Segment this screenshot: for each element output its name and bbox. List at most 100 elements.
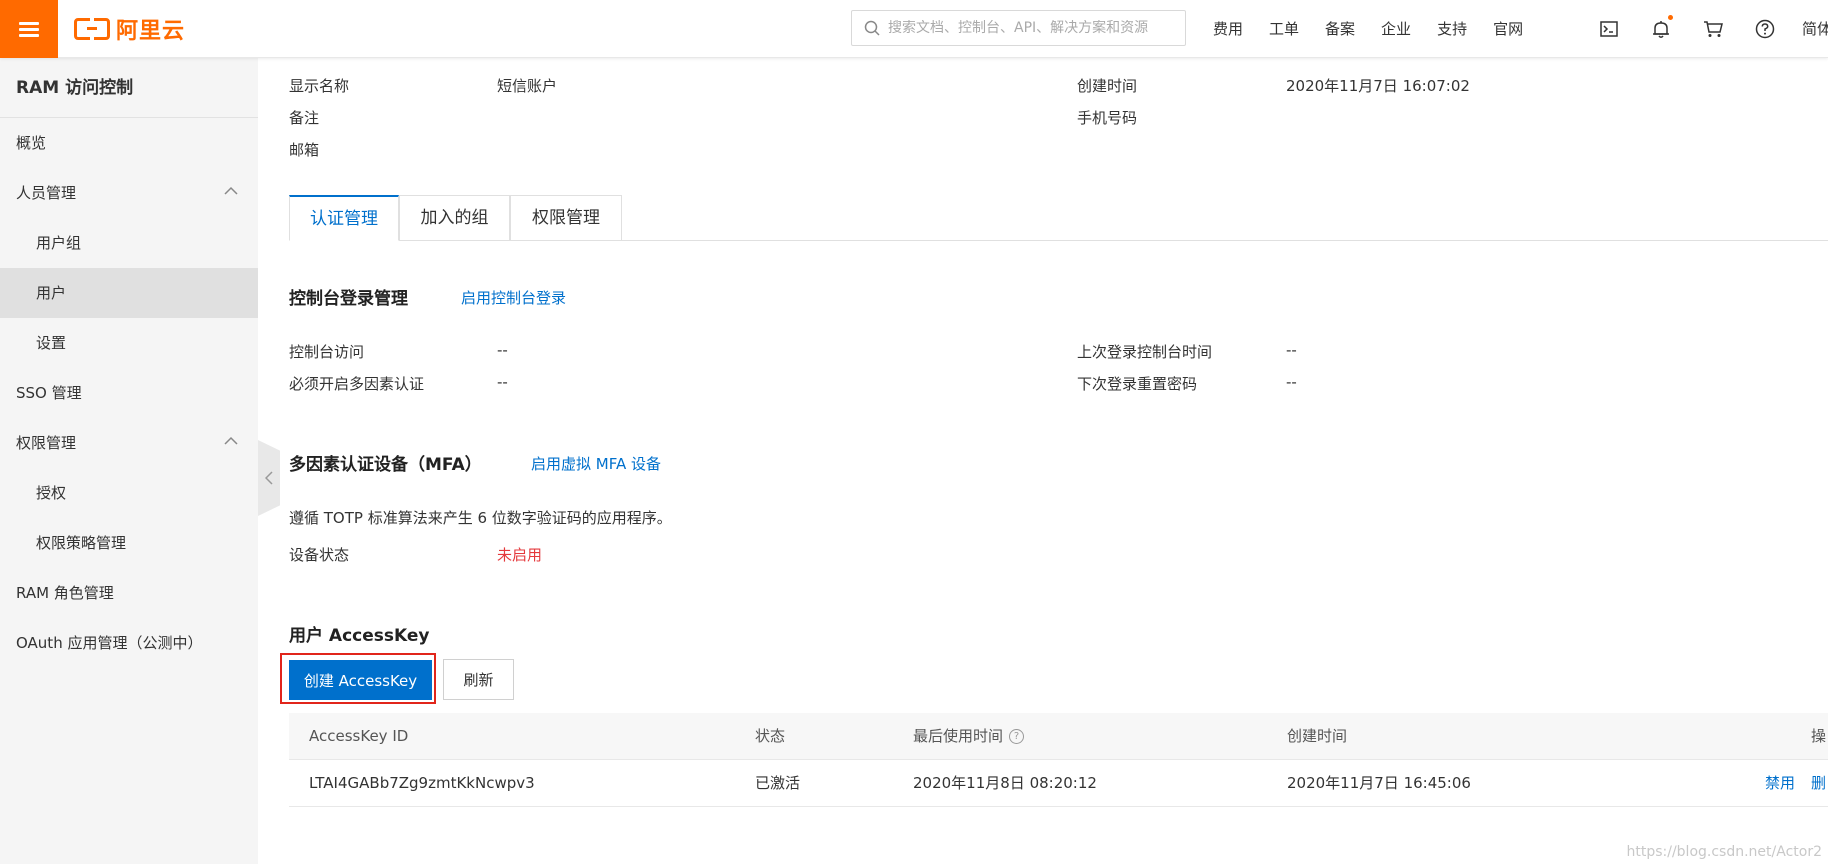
sidebar-item-label: 人员管理 xyxy=(16,184,77,202)
disable-accesskey-link[interactable]: 禁用 xyxy=(1765,760,1795,807)
create-accesskey-button[interactable]: 创建 AccessKey xyxy=(289,660,432,700)
column-header-id: AccessKey ID xyxy=(309,727,409,745)
top-nav-links: 费用 工单 备案 企业 支持 官网 xyxy=(1200,0,1536,58)
sidebar-item-label: RAM 角色管理 xyxy=(16,584,114,602)
nav-billing[interactable]: 费用 xyxy=(1200,0,1256,58)
sidebar-item-policies[interactable]: 权限策略管理 xyxy=(0,518,258,568)
sidebar-item-permissions[interactable]: 权限管理 xyxy=(0,418,258,468)
phone-label: 手机号码 xyxy=(1077,109,1138,127)
last-login-value: -- xyxy=(1286,341,1297,359)
sidebar-item-grants[interactable]: 授权 xyxy=(0,468,258,518)
enable-mfa-link[interactable]: 启用虚拟 MFA 设备 xyxy=(531,453,661,474)
notification-button[interactable] xyxy=(1635,0,1687,58)
sidebar-item-label: 权限管理 xyxy=(16,434,77,452)
mfa-title: 多因素认证设备（MFA） xyxy=(289,455,482,475)
sidebar-item-identities[interactable]: 人员管理 xyxy=(0,168,258,218)
nav-icp[interactable]: 备案 xyxy=(1312,0,1368,58)
column-header-created: 创建时间 xyxy=(1287,727,1348,745)
sidebar-item-label: 设置 xyxy=(36,334,67,352)
display-name-label: 显示名称 xyxy=(289,77,350,95)
device-status-value: 未启用 xyxy=(497,546,543,564)
table-row: LTAI4GABb7Zg9zmtKkNcwpv3 已激活 2020年11月8日 … xyxy=(289,760,1828,807)
accesskey-table: AccessKey ID 状态 最后使用时间? 创建时间 操 LTAI4GABb… xyxy=(289,713,1828,807)
column-header-last-used: 最后使用时间? xyxy=(913,713,1025,760)
remark-label: 备注 xyxy=(289,109,320,127)
nav-ticket[interactable]: 工单 xyxy=(1256,0,1312,58)
email-label: 邮箱 xyxy=(289,141,320,159)
sidebar-item-sso[interactable]: SSO 管理 xyxy=(0,368,258,418)
search-icon xyxy=(864,20,880,36)
search-input[interactable] xyxy=(888,20,1168,36)
sidebar-item-label: 用户组 xyxy=(36,234,82,252)
sidebar-item-label: 权限策略管理 xyxy=(36,534,127,552)
chevron-up-icon xyxy=(224,436,238,445)
main-content: 显示名称 短信账户 创建时间 2020年11月7日 16:07:02 备注 手机… xyxy=(280,58,1828,864)
sidebar-item-label: OAuth 应用管理（公测中） xyxy=(16,634,203,652)
accesskey-status-cell: 已激活 xyxy=(755,774,801,792)
cart-icon xyxy=(1704,21,1723,37)
nav-support[interactable]: 支持 xyxy=(1424,0,1480,58)
column-header-actions: 操 xyxy=(1811,727,1827,745)
bell-icon xyxy=(1653,20,1669,38)
sidebar-item-oauth-apps[interactable]: OAuth 应用管理（公测中） xyxy=(0,618,258,668)
sidebar-item-label: 授权 xyxy=(36,484,67,502)
created-time-label: 创建时间 xyxy=(1077,77,1138,95)
sidebar-item-ram-roles[interactable]: RAM 角色管理 xyxy=(0,568,258,618)
column-header-status: 状态 xyxy=(755,727,786,745)
tab-groups[interactable]: 加入的组 xyxy=(399,195,510,241)
hamburger-menu-button[interactable] xyxy=(0,0,58,58)
chevron-up-icon xyxy=(224,186,238,195)
accesskey-title: 用户 AccessKey xyxy=(289,626,430,646)
sidebar-title: RAM 访问控制 xyxy=(0,58,258,118)
sidebar-item-settings[interactable]: 设置 xyxy=(0,318,258,368)
mfa-required-label: 必须开启多因素认证 xyxy=(289,375,425,393)
display-name-value: 短信账户 xyxy=(497,77,558,95)
delete-accesskey-link[interactable]: 删 xyxy=(1811,760,1826,807)
accesskey-last-used-cell: 2020年11月8日 08:20:12 xyxy=(913,774,1097,792)
sidebar-collapse-toggle[interactable] xyxy=(258,440,280,516)
sidebar-item-label: 用户 xyxy=(36,284,67,302)
top-nav-icons xyxy=(1583,0,1791,58)
menu-icon xyxy=(19,19,39,40)
terminal-button[interactable] xyxy=(1583,0,1635,58)
sidebar-item-overview[interactable]: 概览 xyxy=(0,118,258,168)
watermark: https://blog.csdn.net/Actor2 xyxy=(1626,844,1822,860)
accesskey-created-cell: 2020年11月7日 16:45:06 xyxy=(1287,774,1471,792)
sidebar-item-label: 概览 xyxy=(16,134,47,152)
tab-permissions[interactable]: 权限管理 xyxy=(510,195,622,241)
refresh-button[interactable]: 刷新 xyxy=(443,659,514,700)
column-header-last-used-text: 最后使用时间 xyxy=(913,727,1004,745)
help-circle-icon[interactable]: ? xyxy=(1009,729,1025,744)
sidebar-item-users[interactable]: 用户 xyxy=(0,268,258,318)
sidebar-item-label: SSO 管理 xyxy=(16,384,82,402)
device-status-label: 设备状态 xyxy=(289,546,350,564)
help-button[interactable] xyxy=(1739,0,1791,58)
tab-authentication[interactable]: 认证管理 xyxy=(289,195,399,241)
enable-console-login-link[interactable]: 启用控制台登录 xyxy=(461,287,566,308)
aliyun-logo-icon xyxy=(74,18,110,40)
nav-enterprise[interactable]: 企业 xyxy=(1368,0,1424,58)
logo-text: 阿里云 xyxy=(116,19,186,44)
accesskey-id-cell: LTAI4GABb7Zg9zmtKkNcwpv3 xyxy=(309,774,535,792)
mfa-description: 遵循 TOTP 标准算法来产生 6 位数字验证码的应用程序。 xyxy=(289,509,672,527)
reset-password-label: 下次登录重置密码 xyxy=(1077,375,1198,393)
mfa-required-value: -- xyxy=(497,373,508,391)
chevron-left-icon xyxy=(265,471,273,485)
console-access-value: -- xyxy=(497,341,508,359)
reset-password-value: -- xyxy=(1286,373,1297,391)
sidebar-item-user-groups[interactable]: 用户组 xyxy=(0,218,258,268)
console-access-label: 控制台访问 xyxy=(289,343,365,361)
language-switch[interactable]: 简体 xyxy=(1802,0,1828,58)
nav-official-site[interactable]: 官网 xyxy=(1480,0,1536,58)
cart-button[interactable] xyxy=(1687,0,1739,58)
global-search-box[interactable] xyxy=(851,10,1186,46)
help-icon xyxy=(1755,19,1775,39)
notification-dot xyxy=(1668,15,1673,20)
console-login-title: 控制台登录管理 xyxy=(289,289,408,309)
aliyun-logo[interactable]: 阿里云 xyxy=(74,14,185,44)
terminal-icon xyxy=(1600,21,1618,37)
detail-tabs: 认证管理 加入的组 权限管理 xyxy=(289,195,1828,241)
created-time-value: 2020年11月7日 16:07:02 xyxy=(1286,77,1470,95)
table-header: AccessKey ID 状态 最后使用时间? 创建时间 操 xyxy=(289,713,1828,760)
last-login-label: 上次登录控制台时间 xyxy=(1077,343,1213,361)
